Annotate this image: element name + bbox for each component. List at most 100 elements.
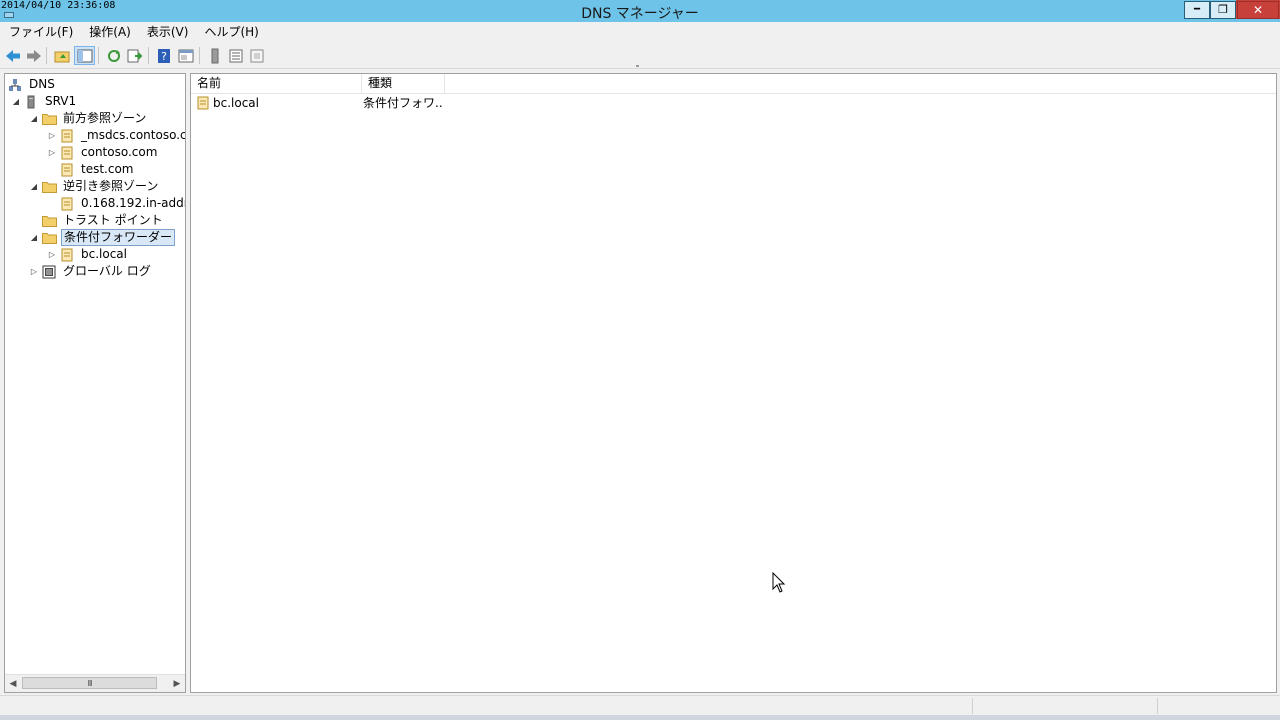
list-header: 名前 種類 bbox=[191, 74, 1276, 94]
column-header-name[interactable]: 名前 bbox=[191, 74, 362, 93]
tree-label-conditional-forwarders: 条件付フォワーダー bbox=[61, 229, 176, 246]
restore-button[interactable]: ❐ bbox=[1210, 0, 1236, 19]
up-one-level-button[interactable] bbox=[52, 46, 71, 65]
tree-label-reverse-192: 0.168.192.in-addr.a bbox=[81, 196, 185, 210]
collapse-icon[interactable]: ◢ bbox=[27, 110, 41, 127]
toolbar: ? bbox=[0, 43, 1280, 69]
refresh-button[interactable] bbox=[104, 46, 123, 65]
collapse-icon[interactable]: ◢ bbox=[9, 93, 23, 110]
event-log-icon bbox=[41, 265, 57, 279]
tree-label-trust-points: トラスト ポイント bbox=[63, 213, 163, 227]
close-icon: ✕ bbox=[1252, 2, 1264, 17]
tree-horizontal-scrollbar[interactable]: ◀ III ▶ bbox=[5, 674, 185, 692]
list-icon bbox=[229, 49, 242, 62]
menu-file[interactable]: ファイル(F) bbox=[2, 22, 80, 42]
tree-node-forward-zones[interactable]: ◢ 前方参照ゾーン bbox=[27, 110, 148, 127]
restore-icon: ❐ bbox=[1218, 3, 1228, 16]
mouse-cursor-icon bbox=[772, 572, 786, 593]
tree-label-forward-zones: 前方参照ゾーン bbox=[63, 111, 147, 125]
back-button[interactable] bbox=[3, 46, 22, 65]
folder-icon bbox=[41, 231, 57, 245]
scroll-grip: III bbox=[87, 678, 92, 688]
zone-icon bbox=[59, 248, 75, 262]
properties-icon bbox=[178, 49, 193, 62]
list-view-button[interactable] bbox=[226, 46, 245, 65]
tree-node-msdcs[interactable]: ▷ _msdcs.contoso.co bbox=[45, 127, 185, 144]
list-item-name: bc.local bbox=[213, 95, 259, 110]
tree-node-global-logs[interactable]: ▷ グローバル ログ bbox=[27, 263, 153, 280]
list-item-type: 条件付フォワ... bbox=[363, 96, 443, 110]
menu-view[interactable]: 表示(V) bbox=[140, 22, 196, 42]
zone-icon bbox=[59, 197, 75, 211]
tree-label-reverse-zones: 逆引き参照ゾーン bbox=[63, 179, 159, 193]
status-divider bbox=[1157, 698, 1158, 714]
toolbar-divider-dot bbox=[636, 65, 639, 67]
tree-label-test: test.com bbox=[81, 162, 134, 176]
tree-label-global-logs: グローバル ログ bbox=[63, 264, 151, 278]
tree-label-contoso: contoso.com bbox=[81, 145, 158, 159]
forward-arrow-icon bbox=[26, 49, 41, 62]
export-list-button[interactable] bbox=[125, 46, 144, 65]
zone-icon bbox=[59, 146, 75, 160]
tree-node-contoso[interactable]: ▷ contoso.com bbox=[45, 144, 159, 161]
folder-icon bbox=[41, 180, 57, 194]
details-icon bbox=[250, 49, 263, 62]
results-pane: 名前 種類 bc.local 条件付フォワ... bbox=[190, 73, 1277, 693]
close-button[interactable]: ✕ bbox=[1236, 0, 1280, 19]
tree-node-trust-points[interactable]: トラスト ポイント bbox=[27, 212, 165, 229]
menu-bar: ファイル(F) 操作(A) 表示(V) ヘルプ(H) bbox=[0, 22, 1280, 42]
menu-action[interactable]: 操作(A) bbox=[82, 22, 138, 42]
svg-text:?: ? bbox=[161, 50, 167, 63]
server-button[interactable] bbox=[205, 46, 224, 65]
scroll-right-icon[interactable]: ▶ bbox=[169, 675, 185, 692]
help-button[interactable]: ? bbox=[154, 46, 173, 65]
back-arrow-icon bbox=[5, 49, 20, 62]
column-header-type[interactable]: 種類 bbox=[362, 74, 445, 93]
tree-node-dns[interactable]: DNS bbox=[7, 76, 57, 93]
export-icon bbox=[127, 49, 142, 62]
expand-icon[interactable]: ▷ bbox=[45, 246, 59, 263]
tree-node-srv1[interactable]: ◢ SRV1 bbox=[9, 93, 78, 110]
folder-icon bbox=[41, 214, 57, 228]
menu-help[interactable]: ヘルプ(H) bbox=[197, 22, 265, 42]
status-bar bbox=[0, 695, 1280, 716]
tree-node-test[interactable]: test.com bbox=[45, 161, 136, 178]
detail-view-button[interactable] bbox=[247, 46, 266, 65]
console-tree: DNS ◢ SRV1 ◢ 前方参照ゾーン ▷ _msdcs.contoso.co… bbox=[4, 73, 186, 693]
console-tree-icon bbox=[77, 49, 92, 62]
server-icon bbox=[23, 95, 39, 109]
expand-icon[interactable]: ▷ bbox=[45, 144, 59, 161]
folder-icon bbox=[41, 112, 57, 126]
refresh-icon bbox=[107, 49, 120, 62]
list-item[interactable]: bc.local 条件付フォワ... bbox=[195, 94, 1265, 111]
help-icon: ? bbox=[157, 48, 170, 63]
window-title: DNS マネージャー bbox=[581, 6, 699, 22]
dns-icon bbox=[7, 78, 23, 92]
show-hide-console-tree-button[interactable] bbox=[74, 46, 95, 65]
collapse-icon[interactable]: ◢ bbox=[27, 178, 41, 195]
minimize-button[interactable]: ━ bbox=[1184, 0, 1210, 19]
status-divider bbox=[972, 698, 973, 714]
tree-label-bc-local: bc.local bbox=[81, 247, 127, 261]
collapse-icon[interactable]: ◢ bbox=[27, 229, 41, 246]
server-icon bbox=[211, 48, 218, 63]
title-bar: 2014/04/10 23:36:08 DNS マネージャー ━ ❐ ✕ bbox=[0, 0, 1280, 22]
tree-node-conditional-forwarders[interactable]: ◢ 条件付フォワーダー bbox=[27, 229, 176, 246]
folder-up-icon bbox=[54, 51, 69, 62]
tree-label-dns: DNS bbox=[29, 77, 55, 91]
minimize-icon: ━ bbox=[1193, 4, 1201, 15]
tree-label-srv1: SRV1 bbox=[45, 94, 77, 108]
taskbar-edge bbox=[0, 715, 1280, 720]
zone-icon bbox=[195, 96, 211, 110]
expand-icon[interactable]: ▷ bbox=[27, 263, 41, 280]
forward-button[interactable] bbox=[24, 46, 43, 65]
zone-icon bbox=[59, 129, 75, 143]
expand-icon[interactable]: ▷ bbox=[45, 127, 59, 144]
scroll-left-icon[interactable]: ◀ bbox=[5, 675, 21, 692]
scroll-thumb[interactable]: III bbox=[22, 677, 157, 689]
tree-node-reverse-zones[interactable]: ◢ 逆引き参照ゾーン bbox=[27, 178, 160, 195]
tree-node-reverse-192[interactable]: 0.168.192.in-addr.a bbox=[45, 195, 185, 212]
zone-icon bbox=[59, 163, 75, 177]
tree-node-bc-local[interactable]: ▷ bc.local bbox=[45, 246, 129, 263]
properties-button[interactable] bbox=[176, 46, 195, 65]
